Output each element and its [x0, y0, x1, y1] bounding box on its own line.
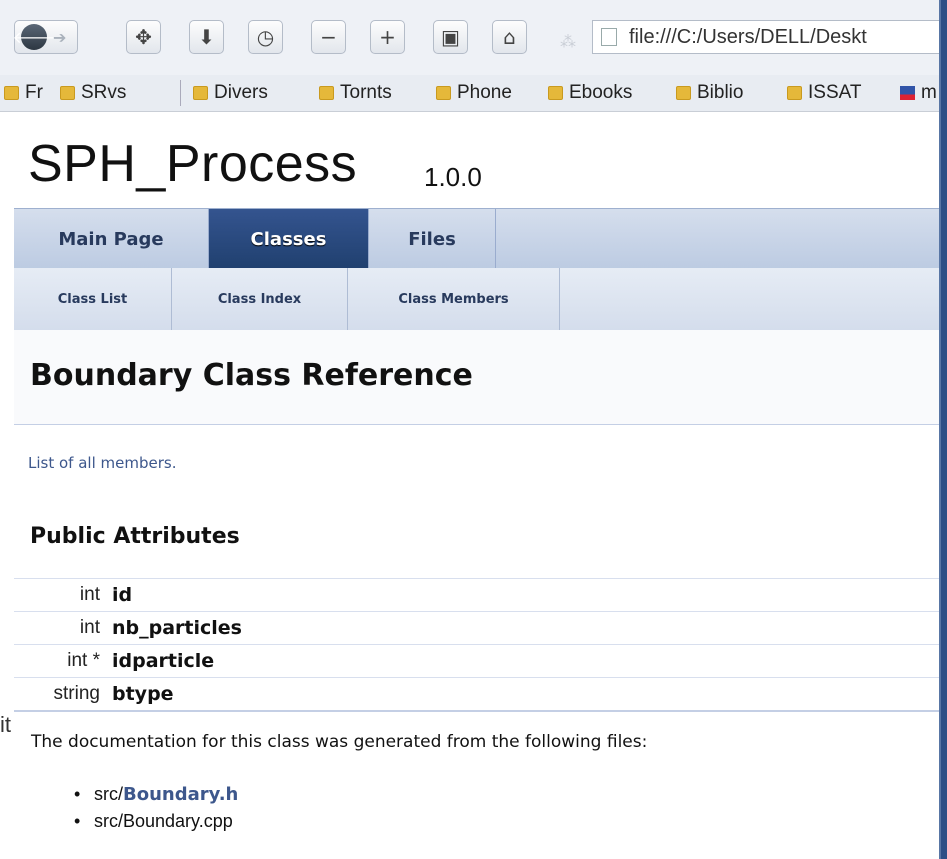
tab-class-index[interactable]: Class Index [172, 268, 348, 330]
window-frame-edge [939, 0, 947, 859]
sub-tabs: Class List Class Index Class Members [14, 268, 939, 331]
bookmarks-bar: Fr SRvs Divers Tornts Phone Ebooks Bibli… [0, 75, 939, 112]
tab-class-members[interactable]: Class Members [348, 268, 560, 330]
table-row: string btype [14, 677, 939, 712]
address-bar[interactable]: file:///C:/Users/DELL/Deskt [592, 20, 939, 54]
bookmark-m[interactable]: m [900, 80, 937, 106]
tab-main-page[interactable]: Main Page [14, 209, 209, 269]
tab-class-list[interactable]: Class List [14, 268, 172, 330]
bookmark-label: Divers [214, 82, 268, 103]
folder-icon [4, 86, 19, 100]
home-icon: ⌂ [503, 25, 516, 49]
all-members-link[interactable]: List of all members. [28, 454, 176, 472]
download-icon: ⬇ [198, 25, 215, 49]
file-link-boundary-h[interactable]: Boundary.h [123, 784, 238, 805]
address-text[interactable]: file:///C:/Users/DELL/Deskt [629, 26, 867, 49]
zoom-in-icon: + [379, 25, 396, 49]
bookmark-label: m [921, 82, 937, 103]
page-title: Boundary Class Reference [30, 358, 473, 393]
file-prefix: src/ [94, 811, 123, 831]
folder-icon [548, 86, 563, 100]
bookmark-separator [180, 80, 181, 106]
list-item: src/Boundary.cpp [74, 811, 238, 838]
section-title: Public Attributes [30, 524, 240, 549]
folder-icon [319, 86, 334, 100]
zoom-in-button[interactable]: + [370, 20, 405, 54]
project-number: 1.0.0 [424, 162, 482, 192]
site-favicon-icon [900, 86, 915, 100]
back-button[interactable]: 🡐 ➔ [13, 20, 78, 54]
file-prefix: src/ [94, 784, 123, 804]
bookmark-srvs[interactable]: SRvs [60, 80, 126, 106]
forward-icon[interactable]: ➔ [53, 28, 66, 47]
bookmark-label: Phone [457, 82, 512, 103]
stray-text: it [0, 712, 11, 737]
bookmark-label: Ebooks [569, 82, 633, 103]
zoom-out-icon: − [320, 25, 337, 49]
project-name: SPH_Process [28, 135, 358, 193]
bookmark-ebooks[interactable]: Ebooks [548, 80, 632, 106]
member-type: string [53, 683, 100, 704]
bookmark-label: SRvs [81, 82, 127, 103]
home-button[interactable]: ⌂ [492, 20, 527, 54]
folder-icon [60, 86, 75, 100]
table-row: int id [14, 578, 939, 611]
member-name[interactable]: btype [112, 683, 174, 705]
folder-icon [676, 86, 691, 100]
title-area: SPH_Process 1.0.0 [14, 112, 939, 208]
bookmark-issat[interactable]: ISSAT [787, 80, 862, 106]
table-row: int * idparticle [14, 644, 939, 677]
browser-toolbar: 🡐 ➔ ✥ ⬇ ◷ − + ▣ ⌂ ⁂ file:///C:/Users/DEL… [0, 0, 939, 75]
bookmark-label: Biblio [697, 82, 744, 103]
move-button[interactable]: ✥ [126, 20, 161, 54]
bookmark-divers[interactable]: Divers [193, 80, 268, 106]
main-tabs: Main Page Classes Files [14, 208, 939, 269]
member-type: int * [67, 650, 100, 671]
file-list: src/Boundary.h src/Boundary.cpp [74, 784, 238, 838]
bookmark-label: ISSAT [808, 82, 862, 103]
member-type: int [79, 617, 100, 638]
tab-classes[interactable]: Classes [209, 209, 369, 269]
list-item: src/Boundary.h [74, 784, 238, 811]
page-header: Boundary Class Reference [14, 330, 939, 425]
fullscreen-button[interactable]: ▣ [433, 20, 468, 54]
fullscreen-icon: ▣ [441, 25, 460, 49]
folder-icon [436, 86, 451, 100]
reload-spinner-icon: ⁂ [560, 32, 576, 51]
download-button[interactable]: ⬇ [189, 20, 224, 54]
member-type: int [79, 584, 100, 605]
bookmark-biblio[interactable]: Biblio [676, 80, 743, 106]
member-name[interactable]: idparticle [112, 650, 214, 672]
folder-icon [193, 86, 208, 100]
member-name[interactable]: id [112, 584, 132, 606]
bookmark-tornts[interactable]: Tornts [319, 80, 392, 106]
member-table: int id int nb_particles int * idparticle… [14, 578, 939, 712]
bookmark-label: Tornts [340, 82, 392, 103]
table-row: int nb_particles [14, 611, 939, 644]
generated-from-text: The documentation for this class was gen… [31, 732, 648, 752]
doxygen-page: SPH_Process 1.0.0 Main Page Classes File… [14, 112, 939, 859]
history-icon: ◷ [256, 25, 275, 49]
navigation-bar: 🡐 ➔ ✥ ⬇ ◷ − + ▣ ⌂ ⁂ file:///C:/Users/DEL… [0, 8, 939, 66]
zoom-out-button[interactable]: − [311, 20, 346, 54]
bookmark-phone[interactable]: Phone [436, 80, 512, 106]
bookmark-label: Fr [25, 82, 43, 103]
move-icon: ✥ [135, 25, 152, 49]
page-icon [601, 28, 617, 46]
file-name: Boundary.cpp [123, 811, 233, 831]
member-name[interactable]: nb_particles [112, 617, 242, 639]
history-button[interactable]: ◷ [248, 20, 283, 54]
tab-files[interactable]: Files [369, 209, 496, 269]
folder-icon [787, 86, 802, 100]
bookmark-fr[interactable]: Fr [4, 80, 43, 106]
back-icon: 🡐 [13, 24, 55, 50]
